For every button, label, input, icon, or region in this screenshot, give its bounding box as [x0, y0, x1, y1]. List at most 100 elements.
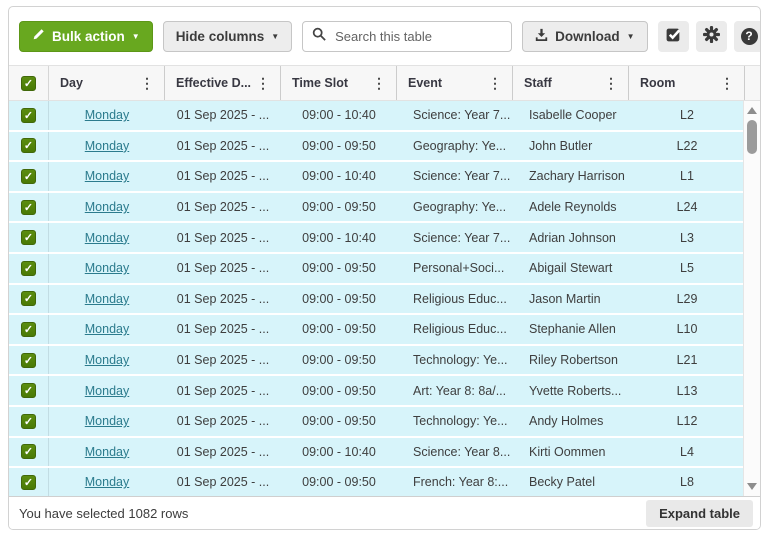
row-checkbox-cell: ✓: [9, 346, 49, 375]
cell-time-slot: 09:00 - 09:50: [281, 322, 397, 336]
cell-time-slot: 09:00 - 09:50: [281, 353, 397, 367]
day-link[interactable]: Monday: [85, 108, 129, 122]
row-checkbox[interactable]: ✓: [21, 383, 36, 398]
row-checkbox[interactable]: ✓: [21, 261, 36, 276]
row-checkbox[interactable]: ✓: [21, 444, 36, 459]
day-link[interactable]: Monday: [85, 261, 129, 275]
vertical-scrollbar[interactable]: [743, 101, 760, 496]
table-row[interactable]: ✓ Monday 01 Sep 2025 - ... 09:00 - 10:40…: [9, 101, 743, 132]
day-link[interactable]: Monday: [85, 445, 129, 459]
bulk-action-button[interactable]: Bulk action ▼: [19, 21, 153, 52]
cell-effective-date: 01 Sep 2025 - ...: [165, 231, 281, 245]
table-footer: You have selected 1082 rows Expand table: [9, 496, 760, 529]
column-menu-icon[interactable]: ⋮: [720, 75, 734, 92]
scrollbar-down-arrow-icon[interactable]: [747, 483, 757, 490]
scrollbar-thumb[interactable]: [747, 120, 757, 154]
column-header-room: Room ⋮: [629, 66, 745, 100]
cell-staff: Becky Patel: [513, 475, 629, 489]
row-checkbox-cell: ✓: [9, 407, 49, 436]
cell-room: L3: [629, 231, 743, 245]
table-row[interactable]: ✓ Monday 01 Sep 2025 - ... 09:00 - 09:50…: [9, 254, 743, 285]
search-input[interactable]: [333, 28, 502, 45]
table-row[interactable]: ✓ Monday 01 Sep 2025 - ... 09:00 - 10:40…: [9, 438, 743, 469]
table-row[interactable]: ✓ Monday 01 Sep 2025 - ... 09:00 - 10:40…: [9, 162, 743, 193]
table-row[interactable]: ✓ Monday 01 Sep 2025 - ... 09:00 - 09:50…: [9, 132, 743, 163]
day-link[interactable]: Monday: [85, 322, 129, 336]
cell-staff: Andy Holmes: [513, 414, 629, 428]
select-all-cell: ✓: [9, 66, 49, 100]
row-checkbox-cell: ✓: [9, 285, 49, 314]
day-link[interactable]: Monday: [85, 200, 129, 214]
table-row[interactable]: ✓ Monday 01 Sep 2025 - ... 09:00 - 09:50…: [9, 376, 743, 407]
cell-room: L13: [629, 384, 743, 398]
select-rows-button[interactable]: [658, 21, 689, 52]
cell-event: Science: Year 7...: [397, 108, 513, 122]
scrollbar-up-arrow-icon[interactable]: [747, 107, 757, 114]
search-icon: [312, 27, 326, 46]
day-link[interactable]: Monday: [85, 414, 129, 428]
day-link[interactable]: Monday: [85, 231, 129, 245]
day-link[interactable]: Monday: [85, 475, 129, 489]
settings-button[interactable]: [696, 21, 727, 52]
column-menu-icon[interactable]: ⋮: [256, 75, 270, 92]
cell-staff: Abigail Stewart: [513, 261, 629, 275]
row-checkbox[interactable]: ✓: [21, 138, 36, 153]
download-icon: [535, 28, 548, 44]
row-checkbox[interactable]: ✓: [21, 169, 36, 184]
cell-effective-date: 01 Sep 2025 - ...: [165, 445, 281, 459]
cell-event: Technology: Ye...: [397, 414, 513, 428]
cell-day: Monday: [49, 169, 165, 183]
select-all-checkbox[interactable]: ✓: [21, 76, 36, 91]
cell-staff: Adele Reynolds: [513, 200, 629, 214]
day-link[interactable]: Monday: [85, 292, 129, 306]
row-checkbox-cell: ✓: [9, 101, 49, 130]
cell-day: Monday: [49, 353, 165, 367]
cell-staff: John Butler: [513, 139, 629, 153]
column-header-effective-date: Effective D... ⋮: [165, 66, 281, 100]
check-square-icon: [665, 26, 682, 46]
bulk-action-label: Bulk action: [52, 29, 125, 44]
selection-status-text: You have selected 1082 rows: [19, 506, 188, 521]
table-row[interactable]: ✓ Monday 01 Sep 2025 - ... 09:00 - 09:50…: [9, 285, 743, 316]
row-checkbox[interactable]: ✓: [21, 414, 36, 429]
cell-effective-date: 01 Sep 2025 - ...: [165, 414, 281, 428]
column-menu-icon[interactable]: ⋮: [372, 75, 386, 92]
table-row[interactable]: ✓ Monday 01 Sep 2025 - ... 09:00 - 10:40…: [9, 223, 743, 254]
cell-staff: Yvette Roberts...: [513, 384, 629, 398]
table-row[interactable]: ✓ Monday 01 Sep 2025 - ... 09:00 - 09:50…: [9, 315, 743, 346]
row-checkbox[interactable]: ✓: [21, 291, 36, 306]
table-row[interactable]: ✓ Monday 01 Sep 2025 - ... 09:00 - 09:50…: [9, 193, 743, 224]
day-link[interactable]: Monday: [85, 384, 129, 398]
cell-day: Monday: [49, 139, 165, 153]
table-row[interactable]: ✓ Monday 01 Sep 2025 - ... 09:00 - 09:50…: [9, 407, 743, 438]
row-checkbox[interactable]: ✓: [21, 322, 36, 337]
table-search-box[interactable]: [302, 21, 512, 52]
cell-room: L2: [629, 108, 743, 122]
row-checkbox-cell: ✓: [9, 254, 49, 283]
column-menu-icon[interactable]: ⋮: [604, 75, 618, 92]
expand-table-button[interactable]: Expand table: [646, 500, 753, 527]
hide-columns-button[interactable]: Hide columns ▼: [163, 21, 292, 52]
day-link[interactable]: Monday: [85, 353, 129, 367]
table-row[interactable]: ✓ Monday 01 Sep 2025 - ... 09:00 - 09:50…: [9, 468, 743, 496]
row-checkbox-cell: ✓: [9, 132, 49, 161]
row-checkbox[interactable]: ✓: [21, 108, 36, 123]
download-button[interactable]: Download ▼: [522, 21, 647, 52]
column-menu-icon[interactable]: ⋮: [488, 75, 502, 92]
row-checkbox[interactable]: ✓: [21, 353, 36, 368]
day-link[interactable]: Monday: [85, 139, 129, 153]
row-checkbox[interactable]: ✓: [21, 230, 36, 245]
row-checkbox[interactable]: ✓: [21, 200, 36, 215]
help-button[interactable]: ?: [734, 21, 761, 52]
table-row[interactable]: ✓ Monday 01 Sep 2025 - ... 09:00 - 09:50…: [9, 346, 743, 377]
row-checkbox[interactable]: ✓: [21, 475, 36, 490]
column-header-day: Day ⋮: [49, 66, 165, 100]
header-scrollbar-stub: [745, 66, 761, 100]
cell-event: Religious Educ...: [397, 322, 513, 336]
day-link[interactable]: Monday: [85, 169, 129, 183]
cell-day: Monday: [49, 200, 165, 214]
column-menu-icon[interactable]: ⋮: [140, 75, 154, 92]
cell-time-slot: 09:00 - 09:50: [281, 384, 397, 398]
cell-time-slot: 09:00 - 09:50: [281, 200, 397, 214]
cell-time-slot: 09:00 - 09:50: [281, 261, 397, 275]
